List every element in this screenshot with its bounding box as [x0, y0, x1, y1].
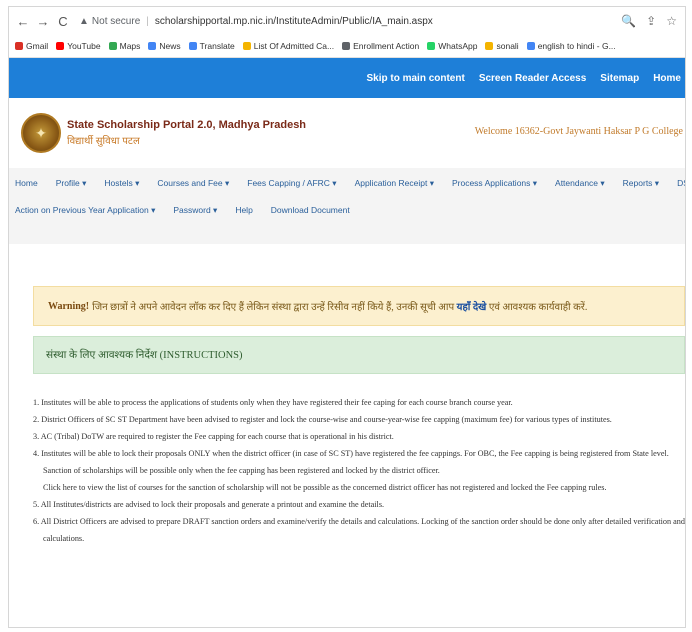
- menu-item[interactable]: Fees Capping / AFRC ▾: [247, 178, 336, 189]
- security-label[interactable]: Not secure: [92, 16, 140, 27]
- instruction-item: 2. District Officers of SC ST Department…: [33, 415, 612, 424]
- bookmark-favicon-icon: [148, 42, 157, 50]
- warning-text: जिन छात्रों ने अपने आवेदन लॉक कर दिए हैं…: [92, 302, 455, 313]
- bookmark-favicon-icon: [342, 42, 351, 50]
- warning-label: Warning!: [48, 300, 90, 312]
- bookmark-label: WhatsApp: [438, 41, 478, 51]
- welcome-text: Welcome 16362-Govt Jaywanti Haksar P G C…: [474, 126, 683, 137]
- bookmark-item[interactable]: Translate: [188, 41, 235, 51]
- back-icon[interactable]: ←: [15, 14, 31, 29]
- bookmark-label: Gmail: [26, 41, 49, 51]
- bookmark-label: Maps: [119, 41, 141, 51]
- instruction-item: Sanction of scholarships will be possibl…: [43, 466, 440, 475]
- bookmark-item[interactable]: Enrollment Action: [342, 41, 419, 51]
- bookmark-label: YouTube: [67, 41, 101, 51]
- main-menu: Home Profile ▾ Hostels ▾ Courses and Fee ▾ F…: [9, 168, 685, 244]
- home-link[interactable]: Home: [653, 73, 681, 84]
- bookmark-favicon-icon: [108, 42, 117, 50]
- url-text[interactable]: scholarshipportal.mp.nic.in/InstituteAdm…: [155, 16, 433, 27]
- warning-suffix: एवं आवश्यक कार्यवाही करें.: [488, 302, 588, 313]
- menu-item[interactable]: Courses and Fee ▾: [157, 178, 229, 189]
- bookmark-label: Translate: [199, 41, 235, 51]
- screen-reader-link[interactable]: Screen Reader Access: [479, 73, 586, 84]
- bookmark-favicon-icon: [242, 42, 251, 50]
- bookmark-favicon-icon: [526, 42, 535, 50]
- menu-item[interactable]: Password ▾: [173, 205, 217, 216]
- instruction-item: 3. AC (Tribal) DoTW are required to regi…: [33, 432, 394, 441]
- bookmark-item[interactable]: News: [148, 41, 181, 51]
- menu-item[interactable]: Hostels ▾: [104, 178, 139, 189]
- bookmark-item[interactable]: List Of Admitted Ca...: [242, 41, 335, 51]
- forward-icon[interactable]: →: [35, 14, 51, 29]
- sitemap-link[interactable]: Sitemap: [600, 73, 639, 84]
- menu-item[interactable]: Process Applications ▾: [452, 178, 537, 189]
- menu-item[interactable]: Help: [235, 205, 252, 216]
- browser-window: ← → C ▲ Not secure | scholarshipportal.m…: [8, 6, 686, 628]
- skip-to-main-link[interactable]: Skip to main content: [366, 73, 464, 84]
- site-top-bar: Skip to main content Screen Reader Acces…: [9, 58, 685, 98]
- site-header: ✦ State Scholarship Portal 2.0, Madhya P…: [9, 98, 685, 168]
- bookmark-item[interactable]: english to hindi - G...: [526, 41, 616, 51]
- bookmark-item[interactable]: Maps: [108, 41, 141, 51]
- portal-title: State Scholarship Portal 2.0, Madhya Pra…: [67, 119, 307, 131]
- divider: |: [146, 15, 149, 27]
- bookmark-label: List Of Admitted Ca...: [253, 41, 335, 51]
- instruction-item: 6. All District Officers are advised to …: [33, 517, 686, 526]
- address-bar[interactable]: ▲ Not secure | scholarshipportal.mp.nic.…: [75, 11, 679, 31]
- bookmark-label: sonali: [496, 41, 519, 51]
- bookmark-label: News: [159, 41, 181, 51]
- bookmark-favicon-icon: [56, 42, 65, 50]
- share-icon[interactable]: ⇪: [646, 14, 656, 28]
- bookmark-favicon-icon: [427, 42, 436, 50]
- bookmarks-bar: Gmail YouTube Maps News Translate List Of Adm…: [9, 35, 685, 58]
- instructions-heading: संस्था के लिए आवश्यक निर्देश (INSTRUCTIO…: [33, 336, 685, 374]
- portal-subtitle: विद्यार्थी सुविधा पटल: [67, 136, 140, 147]
- bookmark-item[interactable]: WhatsApp: [427, 41, 477, 51]
- view-here-link[interactable]: यहाँ देखे: [457, 299, 487, 313]
- bookmark-item[interactable]: sonali: [485, 41, 519, 51]
- bookmark-label: english to hindi - G...: [537, 41, 616, 51]
- bookmark-star-icon[interactable]: ☆: [666, 14, 677, 28]
- zoom-icon[interactable]: 🔍: [621, 14, 636, 28]
- bookmark-favicon-icon: [15, 42, 23, 50]
- menu-item[interactable]: DSC Management ▾: [677, 178, 685, 189]
- menu-item[interactable]: Action on Previous Year Application ▾: [15, 205, 155, 216]
- instruction-item: 1. Institutes will be able to process th…: [33, 398, 513, 407]
- main-content: Warning! जिन छात्रों ने अपने आवेदन लॉक क…: [9, 286, 685, 547]
- portal-emblem-logo[interactable]: ✦: [21, 113, 61, 153]
- instructions-list: 1. Institutes will be able to process th…: [33, 394, 685, 547]
- instruction-item: calculations.: [43, 534, 85, 543]
- not-secure-warning-icon[interactable]: ▲: [79, 16, 89, 27]
- address-row: ← → C ▲ Not secure | scholarshipportal.m…: [9, 7, 685, 35]
- menu-item[interactable]: Application Receipt ▾: [355, 178, 434, 189]
- instruction-item: Click here to view the list of courses f…: [43, 483, 607, 492]
- bookmark-item[interactable]: YouTube: [56, 41, 101, 51]
- reload-icon[interactable]: C: [55, 14, 71, 29]
- menu-item[interactable]: Attendance ▾: [555, 178, 605, 189]
- menu-item[interactable]: Reports ▾: [623, 178, 659, 189]
- instruction-item: 5. All Institutes/districts are advised …: [33, 500, 385, 509]
- menu-item[interactable]: Download Document: [271, 205, 350, 216]
- bookmark-label: Enrollment Action: [353, 41, 420, 51]
- instruction-item: 4. Institutes will be able to lock their…: [33, 449, 669, 458]
- menu-item[interactable]: Home: [15, 178, 38, 189]
- menu-item[interactable]: Profile ▾: [56, 178, 87, 189]
- bookmark-item[interactable]: Gmail: [15, 41, 48, 51]
- bookmark-favicon-icon: [188, 42, 197, 50]
- warning-box: Warning! जिन छात्रों ने अपने आवेदन लॉक क…: [33, 286, 685, 326]
- bookmark-favicon-icon: [485, 42, 494, 50]
